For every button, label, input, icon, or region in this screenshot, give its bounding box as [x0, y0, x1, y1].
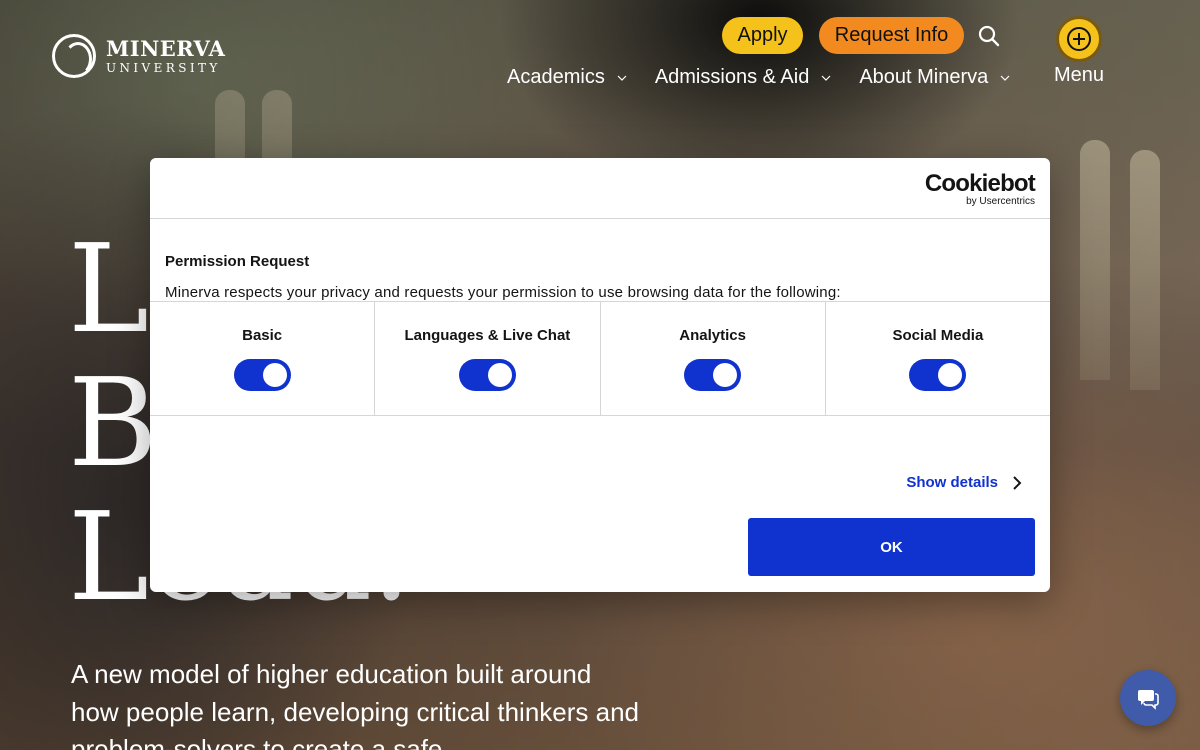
search-icon[interactable] — [976, 23, 1002, 49]
site-logo[interactable]: MINERVA UNIVERSITY — [52, 34, 225, 78]
consent-label: Languages & Live Chat — [404, 327, 571, 344]
ok-button[interactable]: OK — [748, 518, 1035, 576]
plus-icon — [1056, 16, 1102, 62]
dialog-header: Cookiebot by Usercentrics — [150, 158, 1050, 219]
cookiebot-logo[interactable]: Cookiebot by Usercentrics — [924, 170, 1036, 207]
nav-item-label: Academics — [507, 66, 605, 88]
chat-icon — [1138, 690, 1159, 710]
chevron-right-icon — [1013, 475, 1022, 490]
show-details-label: Show details — [906, 474, 998, 491]
nav-item-academics[interactable]: Academics — [507, 66, 627, 89]
nav-item-label: Admissions & Aid — [654, 66, 810, 88]
apply-button[interactable]: Apply — [722, 17, 803, 54]
consent-social-media: Social Media — [826, 302, 1050, 415]
consent-analytics: Analytics — [601, 302, 826, 415]
logo-name: MINERVA — [106, 36, 226, 61]
cookie-consent-dialog: Cookiebot by Usercentrics Permission Req… — [150, 158, 1050, 592]
dialog-body: Permission Request Minerva respects your… — [150, 219, 1050, 302]
consent-toggle-analytics[interactable] — [684, 359, 742, 391]
chevron-down-icon — [1000, 75, 1010, 81]
cookiebot-name: Cookiebot — [924, 170, 1036, 197]
consent-options: Basic Languages & Live Chat Analytics So… — [150, 302, 1050, 416]
logo-subtitle: UNIVERSITY — [106, 61, 221, 75]
cookiebot-byline: by Usercentrics — [966, 196, 1035, 207]
logo-mark-icon — [52, 34, 96, 78]
permission-title: Permission Request — [165, 253, 310, 270]
chevron-down-icon — [617, 75, 627, 81]
show-details-link[interactable]: Show details — [906, 474, 1022, 491]
consent-toggle-languages[interactable] — [458, 359, 516, 391]
chevron-down-icon — [821, 75, 831, 81]
permission-text: Minerva respects your privacy and reques… — [165, 284, 841, 301]
consent-basic: Basic — [150, 302, 376, 415]
nav-item-label: About Minerva — [859, 66, 989, 88]
menu-label: Menu — [1053, 64, 1105, 86]
hero-title-initial: L — [68, 486, 150, 628]
consent-label: Social Media — [892, 327, 984, 344]
hero-description: A new model of higher education built ar… — [71, 659, 640, 750]
main-nav: Academics Admissions & Aid About Minerva — [507, 66, 1038, 89]
menu-button[interactable]: Menu — [1053, 16, 1105, 87]
request-info-button[interactable]: Request Info — [819, 17, 964, 54]
consent-label: Analytics — [679, 327, 746, 344]
nav-item-admissions[interactable]: Admissions & Aid — [655, 66, 832, 89]
consent-toggle-basic[interactable] — [233, 359, 291, 391]
consent-label: Basic — [242, 327, 283, 344]
consent-languages-live-chat: Languages & Live Chat — [375, 302, 601, 415]
chat-button[interactable] — [1120, 670, 1176, 726]
nav-item-about[interactable]: About Minerva — [859, 66, 1010, 89]
consent-toggle-social-media[interactable] — [909, 359, 967, 391]
